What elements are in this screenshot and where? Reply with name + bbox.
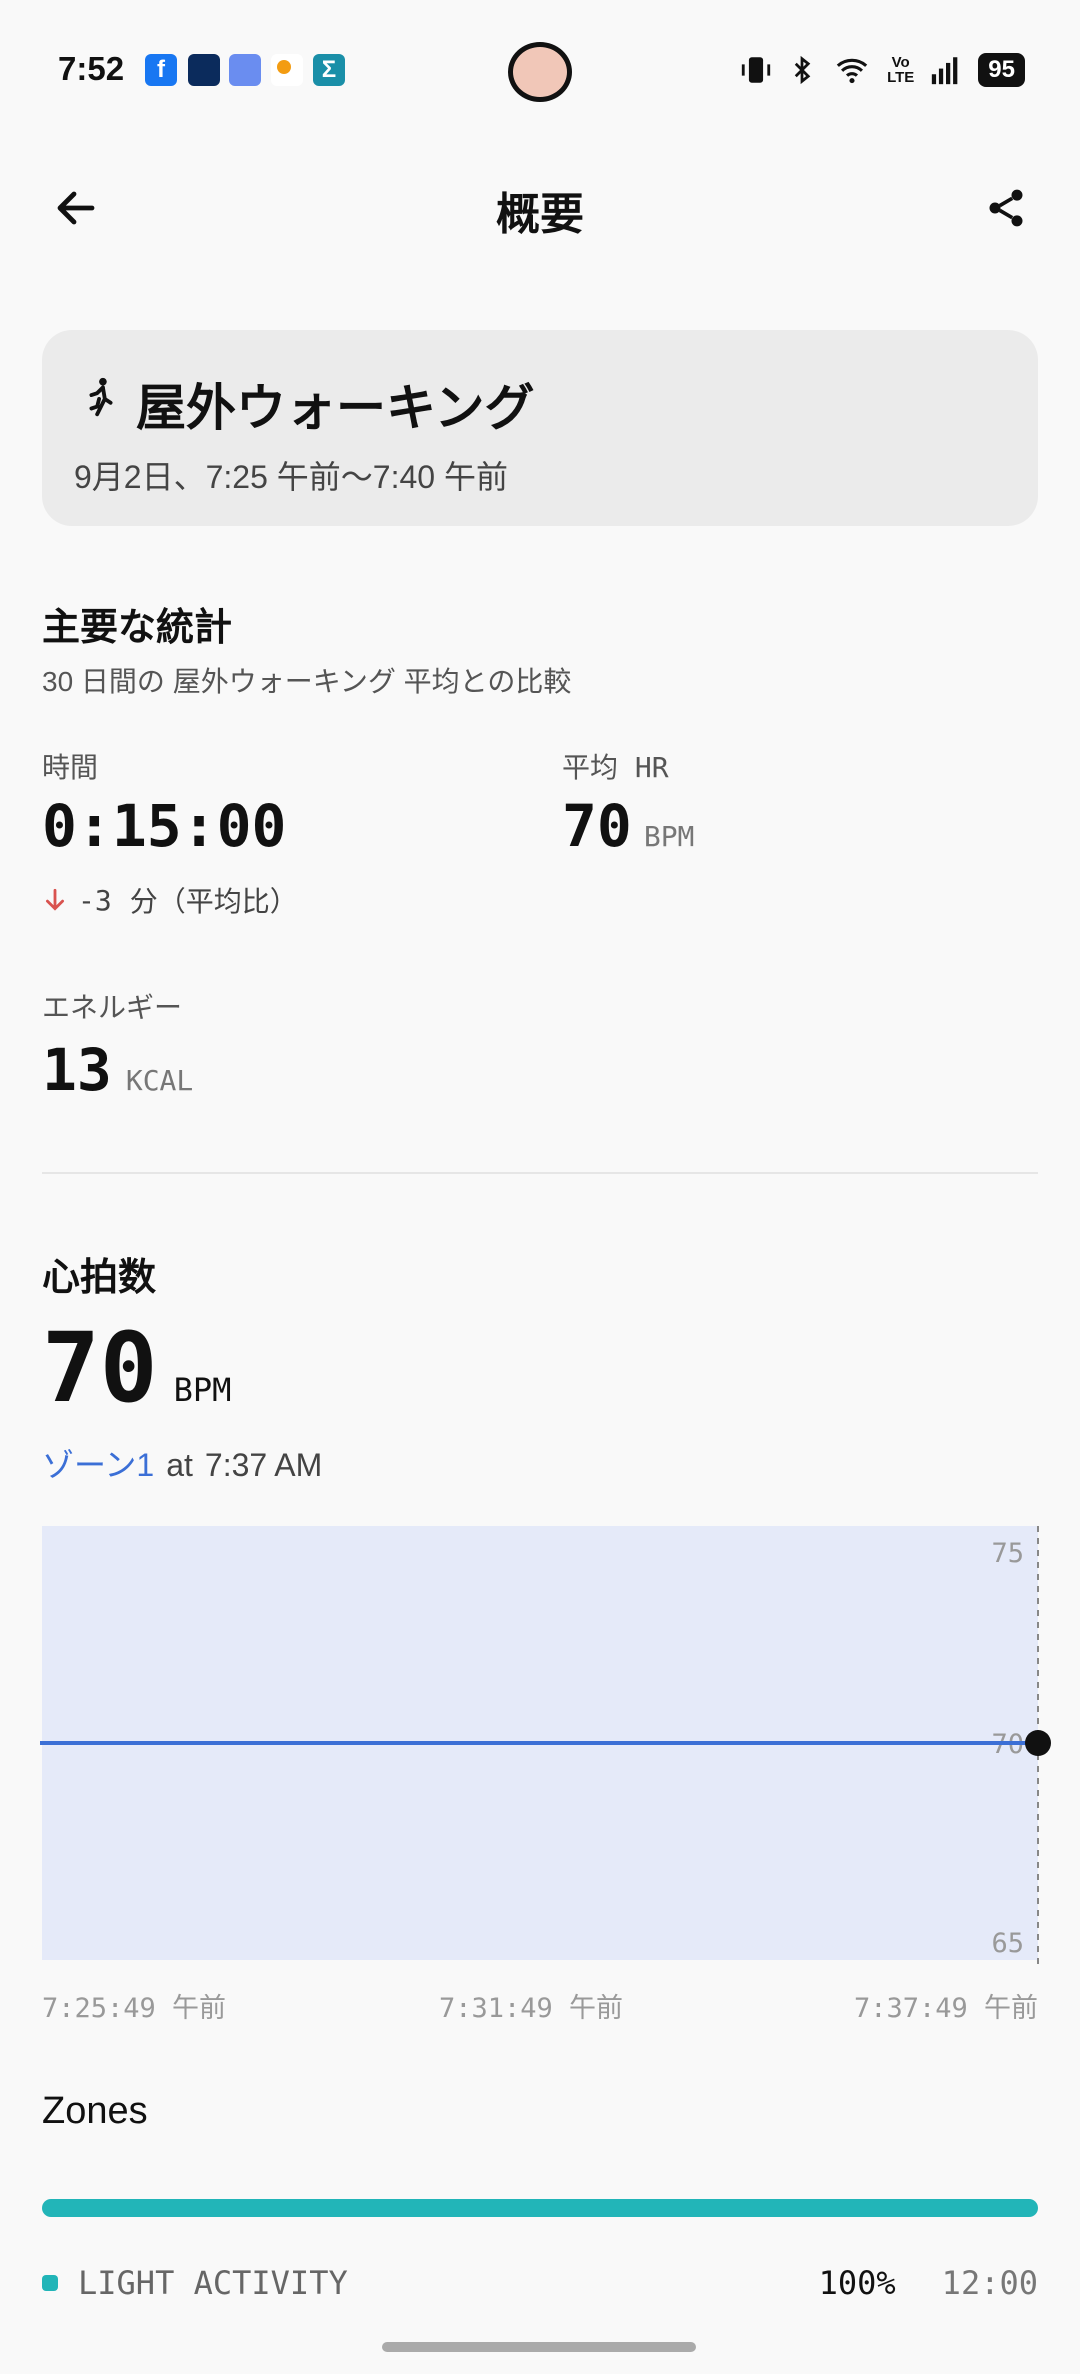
- walking-icon: [89, 377, 113, 417]
- at-text: at: [166, 1447, 193, 1483]
- x-tick-label: 7:37:49 午前: [853, 1993, 1038, 2024]
- duration-delta-text: 分（平均比）: [129, 886, 298, 917]
- share-button[interactable]: [974, 176, 1038, 240]
- zone-time: 7:37 AM: [204, 1447, 323, 1483]
- home-indicator[interactable]: [382, 2342, 696, 2352]
- key-stats-subtitle: 30 日間の 屋外ウォーキング 平均との比較: [42, 666, 572, 697]
- weather-icon: [271, 54, 303, 86]
- wifi-icon: [836, 58, 868, 84]
- nikkei-icon: [188, 54, 220, 86]
- zone-row[interactable]: LIGHT ACTIVITY 100% 12:00: [42, 2264, 1038, 2302]
- duration-delta-value: -3: [78, 883, 112, 917]
- arrow-down-icon: [46, 888, 64, 911]
- bluetooth-icon: [794, 55, 811, 85]
- heart-rate-current: 70 BPM: [42, 1312, 231, 1424]
- volte-icon: Vo LTE: [887, 54, 915, 86]
- y-tick-label: 75: [991, 1538, 1024, 1569]
- y-tick-label: 65: [991, 1928, 1024, 1959]
- avatar[interactable]: [505, 40, 575, 104]
- vibrate-icon: [741, 57, 771, 83]
- energy-unit: KCAL: [125, 1064, 194, 1097]
- zone-color-dot: [42, 2275, 58, 2291]
- duration-value: 0:15:00: [42, 792, 287, 860]
- zone-percent: 100%: [818, 2264, 896, 2302]
- data-point: [1025, 1730, 1051, 1756]
- avg-hr-value: 70: [562, 792, 632, 860]
- share-icon: [989, 189, 1023, 227]
- heart-rate-value: 70: [42, 1312, 158, 1424]
- avg-hr: 70 BPM: [562, 792, 694, 860]
- heart-rate-unit: BPM: [173, 1371, 232, 1409]
- status-time: 7:52: [58, 50, 125, 87]
- energy-value: 13: [42, 1036, 112, 1104]
- facebook-icon: f: [145, 54, 177, 86]
- activity-time-range: 9月2日、7:25 午前〜7:40 午前: [74, 459, 508, 495]
- heart-rate-chart[interactable]: 757065: [0, 1500, 1080, 2020]
- energy-label: エネルギー: [42, 992, 183, 1023]
- x-tick-label: 7:25:49 午前: [42, 1993, 227, 2024]
- zone-label[interactable]: ゾーン1: [42, 1440, 154, 1486]
- app-icon: [229, 54, 261, 86]
- signal-icon: [932, 57, 958, 85]
- heart-rate-title: 心拍数: [42, 1257, 157, 1299]
- avg-hr-unit: BPM: [643, 820, 695, 853]
- energy: 13 KCAL: [42, 1036, 193, 1104]
- zones-title: Zones: [42, 2090, 148, 2132]
- page-title: 概要: [496, 190, 584, 239]
- x-tick-label: 7:31:49 午前: [439, 1993, 624, 2024]
- heart-rate-zone-line: ゾーン1 at 7:37 AM: [42, 1440, 322, 1486]
- zones-bar: [42, 2199, 1038, 2217]
- activity-name: 屋外ウォーキング: [136, 380, 535, 436]
- sigma-icon: Σ: [313, 54, 345, 86]
- duration-delta: -3 分（平均比）: [42, 880, 298, 920]
- divider: [42, 1172, 1038, 1174]
- avg-hr-label: 平均 HR: [562, 751, 669, 784]
- zone-name: LIGHT ACTIVITY: [78, 2264, 348, 2302]
- duration-label: 時間: [42, 752, 99, 783]
- status-right: Vo LTE 95: [739, 50, 1025, 90]
- zone-duration: 12:00: [941, 2264, 1038, 2302]
- battery-indicator: 95: [978, 53, 1025, 87]
- key-stats-title: 主要な統計: [42, 607, 233, 649]
